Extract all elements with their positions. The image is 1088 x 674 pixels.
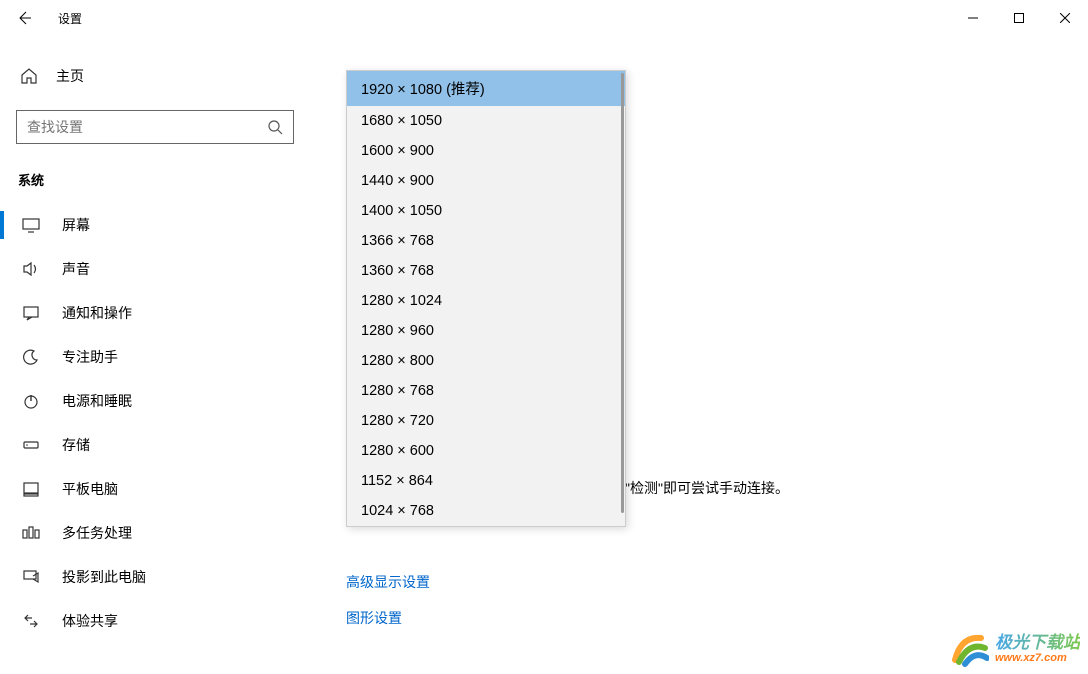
nav-item-label: 投影到此电脑 [62,567,146,587]
dropdown-item[interactable]: 1920 × 1080 (推荐) [347,71,625,106]
dropdown-item[interactable]: 1366 × 768 [347,226,625,256]
watermark-url: www.xz7.com [995,652,1080,665]
dropdown-item[interactable]: 1024 × 768 [347,496,625,526]
display-icon [22,216,40,234]
resolution-dropdown[interactable]: 1920 × 1080 (推荐)1680 × 10501600 × 900144… [346,70,626,527]
category-header: 系统 [0,164,310,203]
nav-item-focus[interactable]: 专注助手 [0,335,310,379]
titlebar-left: 设置 [14,8,82,28]
storage-icon [22,436,40,454]
nav-item-label: 存储 [62,435,90,455]
nav-item-label: 多任务处理 [62,523,132,543]
window-title: 设置 [58,10,82,27]
nav-item-display[interactable]: 屏幕 [0,203,310,247]
nav-item-notify[interactable]: 通知和操作 [0,291,310,335]
back-button[interactable] [14,8,34,28]
search-box[interactable] [16,110,294,144]
nav-item-label: 平板电脑 [62,479,118,499]
sidebar: 主页 系统 屏幕声音通知和操作专注助手电源和睡眠存储平板电脑多任务处理投影到此电… [0,36,310,674]
nav-item-storage[interactable]: 存储 [0,423,310,467]
watermark-cn: 极光下载站 [995,633,1080,653]
dropdown-item[interactable]: 1280 × 768 [347,376,625,406]
home-link[interactable]: 主页 [0,56,310,96]
titlebar: 设置 [0,0,1088,36]
nav-item-project[interactable]: 投影到此电脑 [0,555,310,599]
maximize-button[interactable] [996,2,1042,34]
nav-item-label: 屏幕 [62,215,90,235]
multitask-icon [22,524,40,542]
dropdown-item[interactable]: 1680 × 1050 [347,106,625,136]
power-icon [22,392,40,410]
nav-item-label: 体验共享 [62,611,118,631]
nav-item-label: 通知和操作 [62,303,132,323]
dropdown-item[interactable]: 1360 × 768 [347,256,625,286]
nav-item-multitask[interactable]: 多任务处理 [0,511,310,555]
search-input[interactable] [27,119,267,135]
watermark-logo-icon [951,630,989,668]
notify-icon [22,304,40,322]
dropdown-scroll: 1920 × 1080 (推荐)1680 × 10501600 × 900144… [347,71,625,526]
advanced-display-link[interactable]: 高级显示设置 [346,572,430,592]
nav-item-power[interactable]: 电源和睡眠 [0,379,310,423]
window-controls [950,2,1088,34]
nav-item-label: 声音 [62,259,90,279]
sound-icon [22,260,40,278]
dropdown-item[interactable]: 1440 × 900 [347,166,625,196]
home-label: 主页 [56,66,84,86]
search-icon [267,119,283,135]
nav-item-label: 电源和睡眠 [62,391,132,411]
nav-item-sound[interactable]: 声音 [0,247,310,291]
dropdown-item[interactable]: 1400 × 1050 [347,196,625,226]
nav-item-tablet[interactable]: 平板电脑 [0,467,310,511]
nav-item-label: 专注助手 [62,347,118,367]
dropdown-item[interactable]: 1280 × 720 [347,406,625,436]
detect-text: "检测"即可尝试手动连接。 [625,478,789,498]
minimize-button[interactable] [950,2,996,34]
tablet-icon [22,480,40,498]
dropdown-item[interactable]: 1280 × 800 [347,346,625,376]
watermark-text: 极光下载站 www.xz7.com [995,633,1080,665]
dropdown-item[interactable]: 1152 × 864 [347,466,625,496]
dropdown-item[interactable]: 1600 × 900 [347,136,625,166]
share-icon [22,612,40,630]
nav-item-share[interactable]: 体验共享 [0,599,310,643]
focus-icon [22,348,40,366]
project-icon [22,568,40,586]
dropdown-item[interactable]: 1280 × 960 [347,316,625,346]
nav-list: 屏幕声音通知和操作专注助手电源和睡眠存储平板电脑多任务处理投影到此电脑体验共享 [0,203,310,643]
close-button[interactable] [1042,2,1088,34]
dropdown-item[interactable]: 1280 × 1024 [347,286,625,316]
home-icon [20,67,38,85]
graphics-settings-link[interactable]: 图形设置 [346,608,402,628]
watermark: 极光下载站 www.xz7.com [951,630,1080,668]
dropdown-item[interactable]: 1280 × 600 [347,436,625,466]
dropdown-scrollbar[interactable] [621,73,624,513]
